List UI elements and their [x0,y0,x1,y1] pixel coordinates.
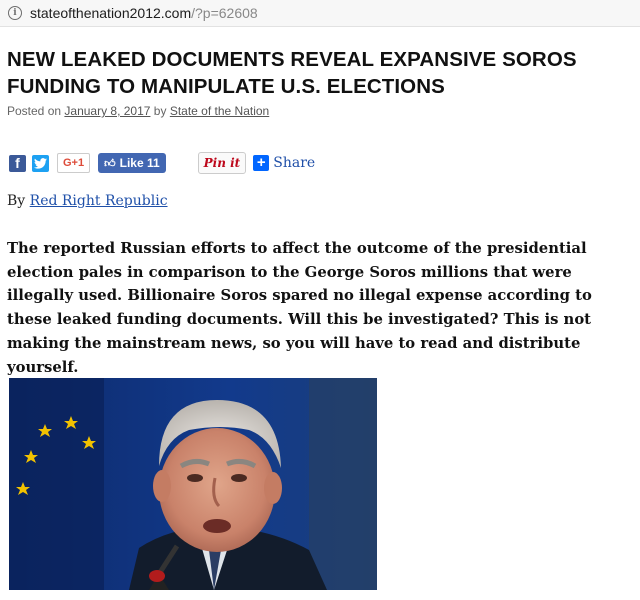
share-label: Share [273,155,316,171]
by-label: by [153,104,167,118]
article-photo [9,378,377,590]
facebook-like-button[interactable]: 👍︎ Like 11 [98,153,166,173]
plus-icon: + [253,155,270,171]
like-label: Like 11 [119,156,160,170]
article-title: NEW LEAKED DOCUMENTS REVEAL EXPANSIVE SO… [7,48,577,98]
post-meta: Posted on January 8, 2017 by State of th… [7,104,269,118]
twitter-share-button[interactable] [32,154,49,172]
url-path: /?p=62608 [191,5,258,21]
url-text[interactable]: stateofthenation2012.com/?p=62608 [30,5,258,21]
byline: By Red Right Republic [7,193,168,209]
site-author-link[interactable]: State of the Nation [170,104,269,118]
pinterest-pin-button[interactable]: Pin it [197,152,247,174]
man-at-microphone-photo [9,378,377,590]
posted-on-label: Posted on [7,104,62,118]
url-host: stateofthenation2012.com [30,5,192,21]
google-plus-button[interactable]: G+1 [57,153,91,173]
address-bar[interactable]: i stateofthenation2012.com/?p=62608 [0,0,640,27]
twitter-bird-icon [34,157,47,169]
author-link[interactable]: Red Right Republic [30,193,168,209]
facebook-icon: f [15,155,20,171]
thumbs-up-icon: 👍︎ [104,157,116,170]
share-bar: f G+1 👍︎ Like 11 Pin it + Share [9,152,315,174]
facebook-share-button[interactable]: f [9,154,26,172]
post-date-link[interactable]: January 8, 2017 [64,104,150,118]
article-lead-paragraph: The reported Russian efforts to affect t… [7,240,592,376]
addtoany-share-button[interactable]: + Share [253,155,315,171]
info-icon[interactable]: i [8,6,22,20]
byline-prefix: By [7,193,26,209]
